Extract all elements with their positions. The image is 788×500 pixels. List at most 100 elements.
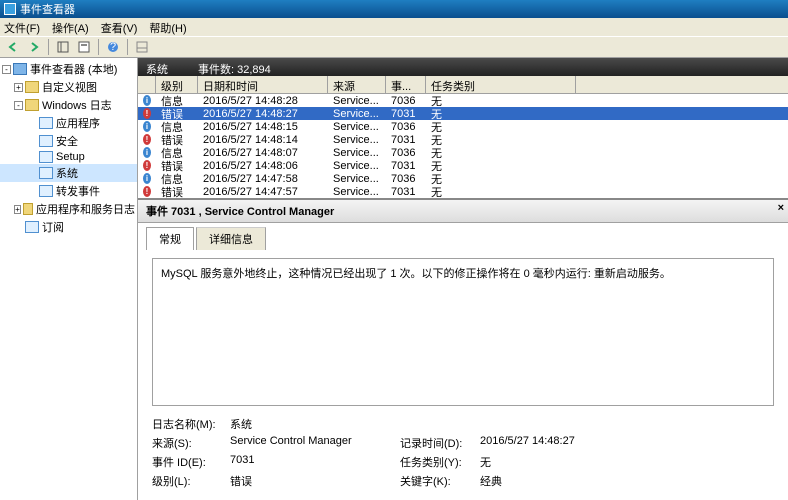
cell-datetime: 2016/5/27 14:48:14 xyxy=(198,134,328,146)
value-taskcat: 无 xyxy=(480,454,630,470)
detail-pane: 事件 7031 , Service Control Manager × 常规 详… xyxy=(138,198,788,500)
toolbar-separator xyxy=(48,39,49,55)
grid-header: 级别 日期和时间 来源 事... 任务类别 xyxy=(138,76,788,94)
col-category[interactable]: 任务类别 xyxy=(426,76,576,93)
tree-log-application[interactable]: 应用程序 xyxy=(0,114,137,132)
value-keywords: 经典 xyxy=(480,473,630,489)
menu-file[interactable]: 文件(F) xyxy=(4,20,40,34)
cell-source: Service... xyxy=(328,173,386,185)
collapse-icon[interactable]: - xyxy=(2,65,11,74)
tree-appsvc-logs[interactable]: +应用程序和服务日志 xyxy=(0,200,137,218)
label-level: 级别(L): xyxy=(152,473,230,489)
tree-root[interactable]: -事件查看器 (本地) xyxy=(0,60,137,78)
error-icon: ! xyxy=(138,108,156,119)
tree-log-setup[interactable]: Setup xyxy=(0,150,137,164)
tree-windows-logs[interactable]: -Windows 日志 xyxy=(0,96,137,114)
tree-subscriptions[interactable]: 订阅 xyxy=(0,218,137,236)
tab-general[interactable]: 常规 xyxy=(146,227,194,250)
cell-datetime: 2016/5/27 14:48:06 xyxy=(198,160,328,172)
cell-source: Service... xyxy=(328,108,386,120)
window-title: 事件查看器 xyxy=(20,1,75,17)
cell-eventid: 7036 xyxy=(386,121,426,133)
tree-log-security[interactable]: 安全 xyxy=(0,132,137,150)
label-logname: 日志名称(M): xyxy=(152,416,230,432)
toolbar-separator xyxy=(127,39,128,55)
folder-icon xyxy=(23,203,33,215)
properties-button[interactable] xyxy=(75,38,93,56)
value-logged: 2016/5/27 14:48:27 xyxy=(480,435,630,451)
detail-tabs: 常规 详细信息 xyxy=(138,223,788,250)
log-icon xyxy=(39,151,53,163)
menu-view[interactable]: 查看(V) xyxy=(101,20,138,34)
value-level: 错误 xyxy=(230,473,400,489)
content-header: 系统 事件数: 32,894 xyxy=(138,58,788,76)
header-title: 系统 xyxy=(146,61,168,73)
cell-source: Service... xyxy=(328,186,386,198)
cell-eventid: 7031 xyxy=(386,160,426,172)
info-icon: i xyxy=(138,95,156,106)
cell-source: Service... xyxy=(328,95,386,107)
value-eventid: 7031 xyxy=(230,454,400,470)
cell-datetime: 2016/5/27 14:48:07 xyxy=(198,147,328,159)
cell-datetime: 2016/5/27 14:48:27 xyxy=(198,108,328,120)
error-icon: ! xyxy=(138,186,156,197)
cell-eventid: 7036 xyxy=(386,147,426,159)
expand-icon[interactable]: + xyxy=(14,205,21,214)
tree-custom-views[interactable]: +自定义视图 xyxy=(0,78,137,96)
back-button[interactable] xyxy=(4,38,22,56)
log-icon xyxy=(39,117,53,129)
value-source: Service Control Manager xyxy=(230,435,400,451)
cell-eventid: 7031 xyxy=(386,108,426,120)
label-source: 来源(S): xyxy=(152,435,230,451)
col-source[interactable]: 来源 xyxy=(328,76,386,93)
value-logname: 系统 xyxy=(230,416,340,432)
cell-datetime: 2016/5/27 14:48:15 xyxy=(198,121,328,133)
tree-pane: -事件查看器 (本地) +自定义视图 -Windows 日志 应用程序 安全 S… xyxy=(0,58,138,500)
cell-datetime: 2016/5/27 14:47:57 xyxy=(198,186,328,198)
error-icon: ! xyxy=(138,134,156,145)
close-detail-button[interactable]: × xyxy=(778,202,784,214)
collapse-icon[interactable]: - xyxy=(14,101,23,110)
cell-source: Service... xyxy=(328,134,386,146)
cell-source: Service... xyxy=(328,121,386,133)
label-keywords: 关键字(K): xyxy=(400,473,480,489)
tree-log-system[interactable]: 系统 xyxy=(0,164,137,182)
col-eventid[interactable]: 事... xyxy=(386,76,426,93)
log-icon xyxy=(39,167,53,179)
detail-header: 事件 7031 , Service Control Manager × xyxy=(138,200,788,223)
folder-icon xyxy=(25,81,39,93)
eventviewer-icon xyxy=(13,63,27,75)
info-icon: i xyxy=(138,173,156,184)
menu-help[interactable]: 帮助(H) xyxy=(149,20,186,34)
toolbar-separator xyxy=(98,39,99,55)
window-titlebar: 事件查看器 xyxy=(0,0,788,18)
error-icon: ! xyxy=(138,160,156,171)
toolbar: ? xyxy=(0,36,788,58)
show-hide-tree-button[interactable] xyxy=(54,38,72,56)
expand-icon[interactable]: + xyxy=(14,83,23,92)
header-count: 事件数: 32,894 xyxy=(198,61,271,73)
event-message[interactable]: MySQL 服务意外地终止，这种情况已经出现了 1 次。以下的修正操作将在 0 … xyxy=(152,258,774,406)
event-list: 级别 日期和时间 来源 事... 任务类别 i信息2016/5/27 14:48… xyxy=(138,76,788,198)
col-datetime[interactable]: 日期和时间 xyxy=(198,76,328,93)
help-button[interactable]: ? xyxy=(104,38,122,56)
col-level[interactable]: 级别 xyxy=(156,76,198,93)
preview-pane-button[interactable] xyxy=(133,38,151,56)
tab-details[interactable]: 详细信息 xyxy=(196,227,266,250)
cell-datetime: 2016/5/27 14:47:58 xyxy=(198,173,328,185)
cell-source: Service... xyxy=(328,147,386,159)
log-icon xyxy=(39,135,53,147)
label-logged: 记录时间(D): xyxy=(400,435,480,451)
subscription-icon xyxy=(25,221,39,233)
svg-text:?: ? xyxy=(110,41,116,53)
folder-icon xyxy=(25,99,39,111)
label-eventid: 事件 ID(E): xyxy=(152,454,230,470)
forward-button[interactable] xyxy=(25,38,43,56)
cell-eventid: 7031 xyxy=(386,134,426,146)
tree-log-forwarded[interactable]: 转发事件 xyxy=(0,182,137,200)
col-icon[interactable] xyxy=(138,76,156,93)
menu-action[interactable]: 操作(A) xyxy=(52,20,89,34)
cell-eventid: 7036 xyxy=(386,173,426,185)
label-taskcat: 任务类别(Y): xyxy=(400,454,480,470)
menu-bar: 文件(F) 操作(A) 查看(V) 帮助(H) xyxy=(0,18,788,36)
